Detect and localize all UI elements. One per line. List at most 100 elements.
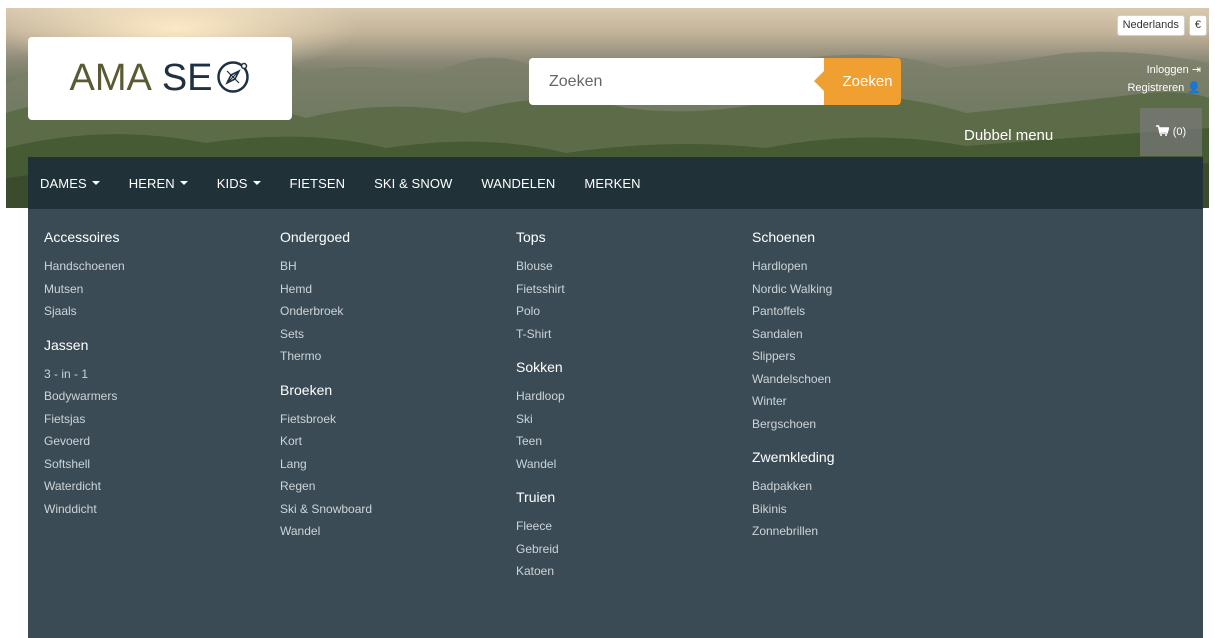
nav-label: MERKEN (584, 175, 641, 191)
menu-link[interactable]: Bergschoen (752, 413, 982, 436)
menu-link[interactable]: Teen (516, 430, 746, 453)
menu-link[interactable]: Regen (280, 475, 510, 498)
mega-menu-column: Ondergoed BH Hemd Onderbroek Sets Thermo… (280, 229, 510, 557)
locale-switcher: Nederlands € (1116, 15, 1207, 36)
mega-menu-column: Tops Blouse Fietsshirt Polo T-Shirt Sokk… (516, 229, 746, 597)
menu-link[interactable]: Katoen (516, 560, 746, 583)
category-heading[interactable]: Ondergoed (280, 229, 510, 245)
search-button[interactable]: Zoeken (814, 58, 901, 105)
menu-link[interactable]: Nordic Walking (752, 278, 982, 301)
login-link[interactable]: Inloggen ⇥ (1127, 61, 1201, 79)
category-heading[interactable]: Tops (516, 229, 746, 245)
menu-link[interactable]: Bodywarmers (44, 385, 274, 408)
cart-icon (1155, 125, 1170, 139)
menu-link[interactable]: Blouse (516, 255, 746, 278)
nav-item-dames[interactable]: DAMES (40, 176, 100, 191)
menu-link[interactable]: Wandelschoen (752, 368, 982, 391)
menu-link[interactable]: Sandalen (752, 323, 982, 346)
page: AMASE Zoeken Nederlands € Inloggen⇥ Regi… (0, 0, 1215, 638)
menu-link[interactable]: Sjaals (44, 300, 274, 323)
nav-item-ski-snow[interactable]: SKI & SNOW (374, 176, 452, 191)
category-heading[interactable]: Accessoires (44, 229, 274, 245)
menu-link[interactable]: Winddicht (44, 498, 274, 521)
menu-link[interactable]: Slippers (752, 345, 982, 368)
menu-link[interactable]: Thermo (280, 345, 510, 368)
menu-link[interactable]: Onderbroek (280, 300, 510, 323)
menu-link[interactable]: Badpakken (752, 475, 982, 498)
menu-link[interactable]: Winter (752, 390, 982, 413)
nav-item-heren[interactable]: HEREN (129, 176, 188, 191)
caret-down-icon (91, 181, 100, 185)
nav-label: WANDELEN (481, 175, 556, 191)
menu-link[interactable]: Pantoffels (752, 300, 982, 323)
currency-select[interactable]: € (1188, 15, 1207, 36)
menu-link[interactable]: Hardloop (516, 385, 746, 408)
menu-link[interactable]: Gebreid (516, 538, 746, 561)
login-icon: ⇥ (1191, 64, 1201, 76)
menu-link[interactable]: BH (280, 255, 510, 278)
menu-link[interactable]: Ski (516, 408, 746, 431)
menu-link[interactable]: Kort (280, 430, 510, 453)
category-list: Blouse Fietsshirt Polo T-Shirt (516, 255, 746, 345)
nav-item-fietsen[interactable]: FIETSEN (290, 176, 346, 191)
search-input[interactable] (529, 58, 824, 105)
compass-icon (215, 59, 251, 95)
logo[interactable]: AMA SE (28, 37, 292, 120)
main-nav: DAMES HEREN KIDS FIETSEN SKI & SNOW WAND… (28, 157, 1203, 209)
menu-link[interactable]: Zonnebrillen (752, 520, 982, 543)
category-list: Hardlopen Nordic Walking Pantoffels Sand… (752, 255, 982, 435)
category-list: Handschoenen Mutsen Sjaals (44, 255, 274, 323)
menu-link[interactable]: Fietsshirt (516, 278, 746, 301)
menu-link[interactable]: Gevoerd (44, 430, 274, 453)
menu-link[interactable]: Wandel (280, 520, 510, 543)
category-list: Fietsbroek Kort Lang Regen Ski & Snowboa… (280, 408, 510, 543)
menu-link[interactable]: 3 - in - 1 (44, 363, 274, 386)
menu-link[interactable]: Hemd (280, 278, 510, 301)
account-links: Inloggen ⇥ Registreren 👤 (1127, 61, 1201, 97)
register-label: Registreren (1127, 82, 1185, 94)
menu-link[interactable]: Sets (280, 323, 510, 346)
cart-button[interactable]: (0) (1140, 108, 1202, 156)
register-link[interactable]: Registreren 👤 (1127, 79, 1201, 97)
search-bar: Zoeken (529, 58, 901, 105)
category-heading[interactable]: Truien (516, 489, 746, 505)
nav-label: DAMES (40, 175, 87, 191)
nav-label: SKI & SNOW (374, 175, 453, 191)
category-heading[interactable]: Jassen (44, 337, 274, 353)
nav-item-wandelen[interactable]: WANDELEN (481, 176, 555, 191)
menu-link[interactable]: Wandel (516, 453, 746, 476)
menu-link[interactable]: T-Shirt (516, 323, 746, 346)
category-heading[interactable]: Zwemkleding (752, 449, 982, 465)
category-heading[interactable]: Sokken (516, 359, 746, 375)
menu-link[interactable]: Bikinis (752, 498, 982, 521)
menu-link[interactable]: Lang (280, 453, 510, 476)
cart-count: (0) (1172, 126, 1187, 138)
menu-link[interactable]: Mutsen (44, 278, 274, 301)
nav-label: FIETSEN (289, 175, 346, 191)
menu-link[interactable]: Hardlopen (752, 255, 982, 278)
menu-link[interactable]: Fleece (516, 515, 746, 538)
category-list: Badpakken Bikinis Zonnebrillen (752, 475, 982, 543)
language-select[interactable]: Nederlands (1116, 15, 1185, 36)
menu-link[interactable]: Ski & Snowboard (280, 498, 510, 521)
category-list: 3 - in - 1 Bodywarmers Fietsjas Gevoerd … (44, 363, 274, 521)
category-heading[interactable]: Schoenen (752, 229, 982, 245)
user-plus-icon: 👤 (1187, 82, 1201, 94)
logo-word-ama: AMA (69, 57, 152, 99)
menu-link[interactable]: Handschoenen (44, 255, 274, 278)
nav-item-merken[interactable]: MERKEN (584, 176, 640, 191)
menu-link[interactable]: Waterdicht (44, 475, 274, 498)
mega-menu-column: Schoenen Hardlopen Nordic Walking Pantof… (752, 229, 982, 557)
category-list: Fleece Gebreid Katoen (516, 515, 746, 583)
menu-link[interactable]: Polo (516, 300, 746, 323)
menu-link[interactable]: Fietsjas (44, 408, 274, 431)
logo-word-seo: SE (161, 57, 213, 99)
nav-label: KIDS (216, 175, 248, 191)
category-heading[interactable]: Broeken (280, 382, 510, 398)
logo-text: AMA SE (69, 57, 250, 100)
nav-item-kids[interactable]: KIDS (217, 176, 261, 191)
menu-link[interactable]: Fietsbroek (280, 408, 510, 431)
dubbel-menu-label: Dubbel menu (964, 127, 1054, 144)
menu-link[interactable]: Softshell (44, 453, 274, 476)
mega-menu-column: Accessoires Handschoenen Mutsen Sjaals J… (44, 229, 274, 534)
